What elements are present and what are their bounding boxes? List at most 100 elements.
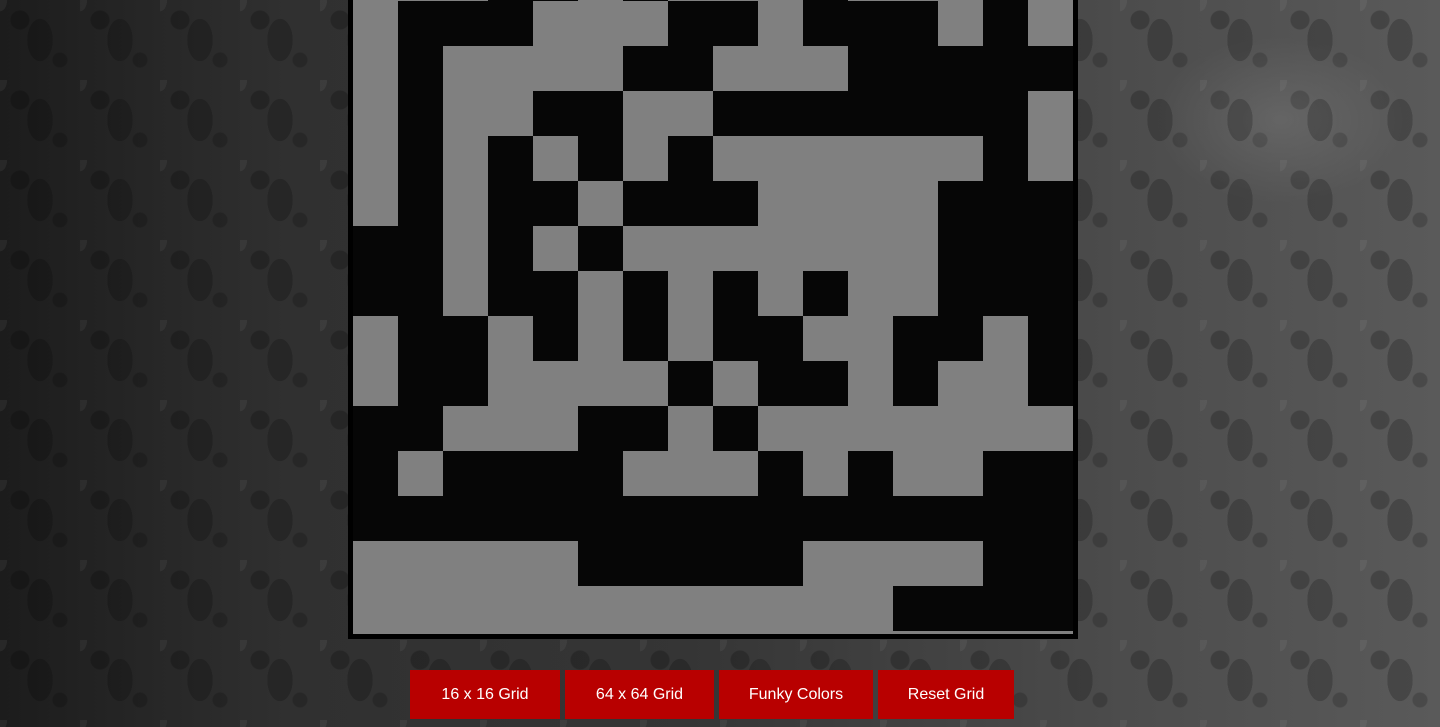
grid-cell[interactable] [983,496,1028,541]
grid-cell[interactable] [893,226,938,271]
grid-cell[interactable] [533,91,578,136]
grid-cell[interactable] [848,1,893,46]
grid-cell[interactable] [1028,586,1073,631]
grid-cell[interactable] [533,46,578,91]
grid-cell[interactable] [713,361,758,406]
grid-cell[interactable] [398,406,443,451]
grid-cell[interactable] [1028,136,1073,181]
grid-cell[interactable] [803,316,848,361]
grid-cell[interactable] [668,91,713,136]
grid-cell[interactable] [443,406,488,451]
grid-cell[interactable] [398,0,443,1]
grid-cell[interactable] [623,46,668,91]
grid-cell[interactable] [803,1,848,46]
grid-cell[interactable] [668,406,713,451]
grid-cell[interactable] [443,0,488,1]
grid-cell[interactable] [983,586,1028,631]
grid-cell[interactable] [1028,541,1073,586]
grid-cell[interactable] [758,631,803,634]
grid-cell[interactable] [353,316,398,361]
grid-cell[interactable] [893,1,938,46]
grid-cell[interactable] [668,316,713,361]
grid-cell[interactable] [1028,451,1073,496]
grid-cell[interactable] [803,631,848,634]
grid-cell[interactable] [803,541,848,586]
grid-cell[interactable] [443,226,488,271]
grid-cell[interactable] [533,1,578,46]
grid-cell[interactable] [713,0,758,1]
grid-cell[interactable] [353,631,398,634]
grid-cell[interactable] [668,541,713,586]
grid-cell[interactable] [668,46,713,91]
grid-cell[interactable] [983,91,1028,136]
grid-cell[interactable] [668,586,713,631]
grid-cell[interactable] [533,361,578,406]
grid-cell[interactable] [488,451,533,496]
grid-cell[interactable] [803,46,848,91]
grid-cell[interactable] [893,586,938,631]
grid-cell[interactable] [893,496,938,541]
grid-cell[interactable] [668,1,713,46]
grid-cell[interactable] [398,136,443,181]
grid-cell[interactable] [488,181,533,226]
grid-cell[interactable] [488,406,533,451]
grid-cell[interactable] [713,271,758,316]
grid-cell[interactable] [353,136,398,181]
grid-cell[interactable] [758,181,803,226]
grid-cell[interactable] [488,631,533,634]
grid-cell[interactable] [803,136,848,181]
grid-cell[interactable] [578,361,623,406]
grid-cell[interactable] [938,631,983,634]
grid-cell[interactable] [623,0,668,1]
grid-cell[interactable] [1028,226,1073,271]
grid-cell[interactable] [443,316,488,361]
grid-cell[interactable] [713,316,758,361]
grid-cell[interactable] [983,136,1028,181]
grid-cell[interactable] [1028,631,1073,634]
grid-cell[interactable] [623,1,668,46]
grid-cell[interactable] [443,631,488,634]
grid-cell[interactable] [713,46,758,91]
grid-cell[interactable] [488,226,533,271]
grid-cell[interactable] [353,0,398,1]
grid-cell[interactable] [758,0,803,1]
grid-cell[interactable] [713,181,758,226]
grid-cell[interactable] [848,586,893,631]
grid-cell[interactable] [578,271,623,316]
grid-cell[interactable] [893,0,938,1]
grid-cell[interactable] [353,451,398,496]
grid-cell[interactable] [488,541,533,586]
grid-cell[interactable] [488,91,533,136]
grid-cell[interactable] [1028,271,1073,316]
grid-cell[interactable] [848,226,893,271]
funky-colors-button[interactable]: Funky Colors [719,670,873,719]
grid-cell[interactable] [758,361,803,406]
grid-cell[interactable] [938,136,983,181]
grid-cell[interactable] [983,451,1028,496]
grid-cell[interactable] [893,361,938,406]
grid-cell[interactable] [578,181,623,226]
grid-cell[interactable] [443,586,488,631]
grid-cell[interactable] [803,496,848,541]
grid-cell[interactable] [443,181,488,226]
grid-cell[interactable] [488,46,533,91]
grid-cell[interactable] [938,316,983,361]
grid-cell[interactable] [758,316,803,361]
grid-cell[interactable] [353,496,398,541]
grid-cell[interactable] [578,541,623,586]
grid-cell[interactable] [668,271,713,316]
grid-cell[interactable] [488,271,533,316]
grid-cell[interactable] [848,136,893,181]
grid-cell[interactable] [713,541,758,586]
grid-cell[interactable] [443,361,488,406]
grid-cell[interactable] [893,271,938,316]
grid-cell[interactable] [1028,46,1073,91]
grid-16-button[interactable]: 16 x 16 Grid [410,670,560,719]
grid-cell[interactable] [803,361,848,406]
grid-cell[interactable] [803,181,848,226]
grid-cell[interactable] [623,316,668,361]
grid-cell[interactable] [668,361,713,406]
grid-cell[interactable] [623,631,668,634]
grid-cell[interactable] [1028,0,1073,1]
grid-cell[interactable] [848,406,893,451]
